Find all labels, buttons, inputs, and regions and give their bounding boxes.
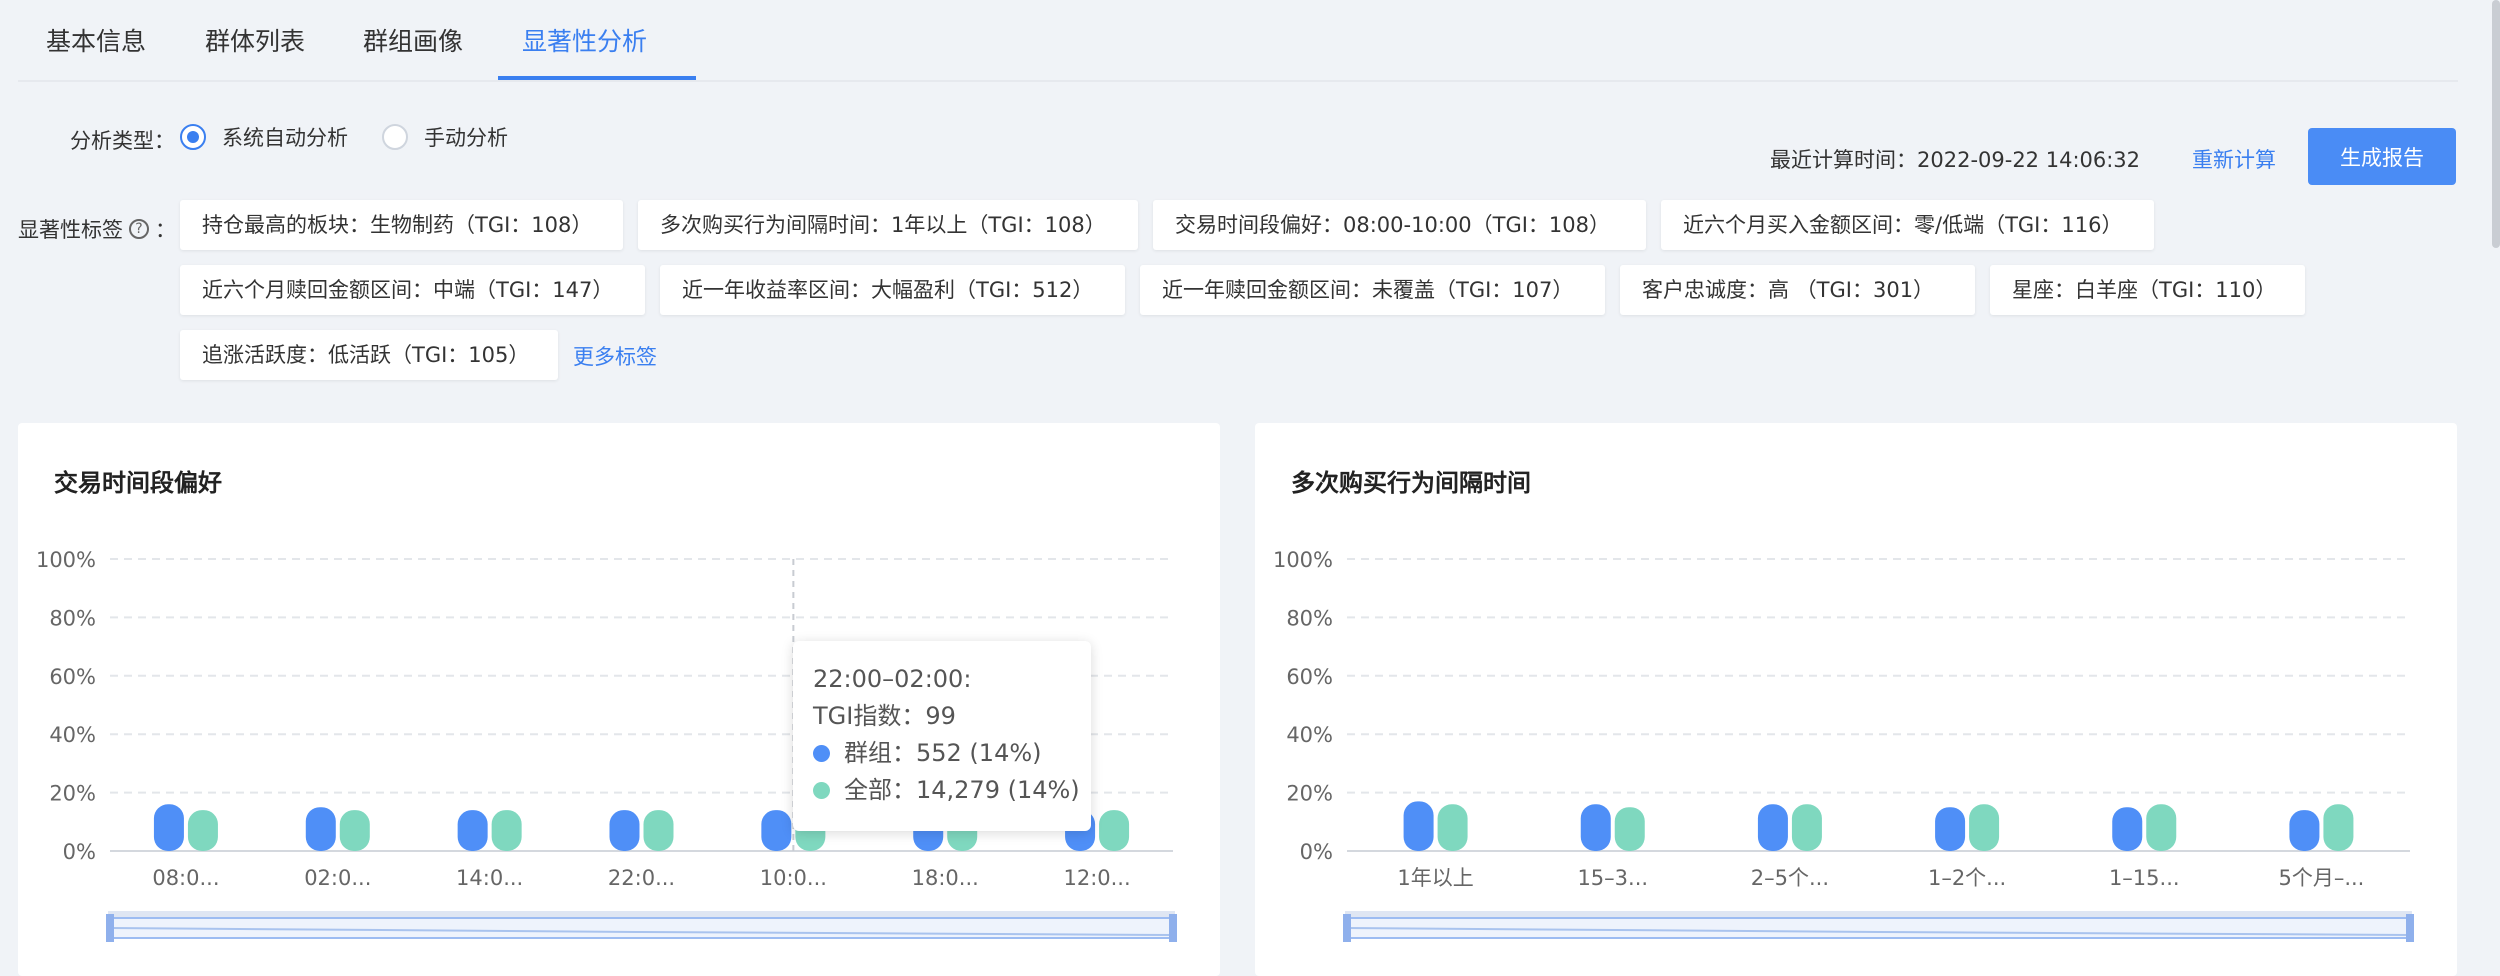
bar: [2146, 804, 2177, 851]
bar: [153, 804, 184, 851]
tooltip-all-row: 全部：14,279 (14%): [813, 772, 1080, 809]
tooltip-tgi: TGI指数：99: [813, 702, 956, 730]
y-tick-label: 80%: [49, 606, 96, 630]
tag-item: 多次购买行为间隔时间：1年以上（TGI：108）: [638, 200, 1138, 250]
bar: [1791, 804, 1822, 851]
group-dot-icon: [813, 745, 830, 762]
tag-item: 近六个月赎回金额区间：中端（TGI：147）: [180, 265, 645, 315]
x-tick-label: 12:0...: [1063, 866, 1130, 890]
purchase-interval-chart: 0% 20% 40% 60% 80% 100% 1年以上 15–3... 2–5个... 1–2个…: [1273, 548, 2414, 942]
chart-card-trade-time: 交易时间段偏好 0% 20% 40% 60% 80% 100% 08:0... 02:0...…: [18, 423, 1220, 976]
x-tick-label: 2–5个...: [1751, 866, 1829, 890]
tags-label-colon: ：: [155, 218, 176, 242]
active-tab-indicator: [498, 76, 696, 80]
y-tick-label: 0%: [1300, 840, 1333, 864]
y-tick-label: 100%: [36, 548, 96, 572]
radio-checked-icon: [180, 124, 206, 150]
tab-group-list[interactable]: 群体列表: [205, 22, 305, 58]
tags-label-text: 显著性标签: [18, 218, 123, 242]
y-tick-label: 20%: [49, 782, 96, 806]
tag-item: 星座：白羊座（TGI：110）: [1990, 265, 2305, 315]
x-tick-label: 14:0...: [456, 866, 523, 890]
bar: [1403, 801, 1434, 851]
tab-bar: 基本信息 群体列表 群组画像 显著性分析: [18, 0, 2458, 82]
tag-item: 近六个月买入金额区间：零/低端（TGI：116）: [1661, 200, 2154, 250]
bar: [187, 810, 218, 851]
chart-tooltip: 22:00–02:00: TGI指数：99 群组：552 (14%) 全部：14…: [793, 641, 1091, 831]
x-tick-label: 22:0...: [608, 866, 675, 890]
zoom-slider-top-band: [108, 911, 1175, 918]
y-tick-label: 40%: [1286, 723, 1333, 747]
bar: [643, 810, 674, 851]
bar: [1935, 807, 1966, 851]
radio-unchecked-icon: [382, 124, 408, 150]
chart-card-purchase-interval: 多次购买行为间隔时间 0% 20% 40% 60% 80% 100% 1年以上 15–3...…: [1255, 423, 2457, 976]
tab-significance-analysis[interactable]: 显著性分析: [522, 22, 647, 58]
bar: [305, 807, 336, 851]
analysis-type-label: 分析类型：: [70, 129, 175, 153]
generate-report-button[interactable]: 生成报告: [2308, 128, 2456, 185]
y-tick-label: 20%: [1286, 782, 1333, 806]
x-tick-label: 5个月–...: [2278, 866, 2364, 890]
tooltip-group: 群组：552 (14%): [844, 739, 1042, 767]
bar: [609, 810, 640, 851]
tag-item: 追涨活跃度：低活跃（TGI：105）: [180, 330, 558, 380]
y-tick-label: 60%: [1286, 665, 1333, 689]
bar: [761, 810, 792, 851]
bar: [457, 810, 488, 851]
page-scrollbar[interactable]: [2492, 0, 2500, 248]
x-tick-label: 1–2个...: [1928, 866, 2006, 890]
tag-item: 客户忠诚度：高 （TGI：301）: [1620, 265, 1975, 315]
tag-item: 交易时间段偏好：08:00-10:00（TGI：108）: [1153, 200, 1646, 250]
x-tick-label: 02:0...: [304, 866, 371, 890]
tooltip-all: 全部：14,279 (14%): [844, 776, 1080, 804]
zoom-slider-top-band: [1345, 911, 2412, 918]
zoom-slider-handle-left: [106, 914, 114, 942]
tab-group-portrait[interactable]: 群组画像: [363, 22, 463, 58]
radio-manual-label: 手动分析: [424, 126, 508, 150]
bar: [1580, 804, 1611, 851]
zoom-slider-handle-right: [2406, 914, 2414, 942]
y-tick-label: 80%: [1286, 606, 1333, 630]
y-tick-label: 60%: [49, 665, 96, 689]
zoom-slider-handle-left: [1343, 914, 1351, 942]
tag-item: 持仓最高的板块：生物制药（TGI：108）: [180, 200, 623, 250]
radio-auto-analysis[interactable]: 系统自动分析: [180, 122, 348, 152]
x-tick-label: 15–3...: [1577, 866, 1648, 890]
y-tick-label: 0%: [63, 840, 96, 864]
tag-item: 近一年赎回金额区间：未覆盖（TGI：107）: [1140, 265, 1605, 315]
x-tick-label: 1年以上: [1397, 866, 1473, 890]
x-tick-label: 10:0...: [760, 866, 827, 890]
bar: [2289, 810, 2320, 851]
zoom-slider-handle-right: [1169, 914, 1177, 942]
tab-basic-info[interactable]: 基本信息: [46, 22, 146, 58]
last-calc-time: 最近计算时间：2022-09-22 14:06:32: [1770, 148, 2141, 172]
more-tags-link[interactable]: 更多标签: [573, 341, 657, 371]
question-circle-icon[interactable]: ?: [129, 219, 149, 239]
bar: [339, 810, 370, 851]
x-tick-label: 08:0...: [152, 866, 219, 890]
recalculate-link[interactable]: 重新计算: [2192, 144, 2276, 174]
bar: [1614, 807, 1645, 851]
bar: [1757, 804, 1788, 851]
bar: [2112, 807, 2143, 851]
tooltip-title: 22:00–02:00:: [813, 665, 972, 693]
significance-tags-label: 显著性标签 ? ：: [18, 214, 176, 244]
bar: [2323, 804, 2354, 851]
bar: [491, 810, 522, 851]
all-dot-icon: [813, 782, 830, 799]
x-tick-label: 1–15...: [2109, 866, 2180, 890]
tooltip-group-row: 群组：552 (14%): [813, 735, 1071, 772]
bar: [1099, 810, 1130, 851]
tag-item: 近一年收益率区间：大幅盈利（TGI：512）: [660, 265, 1125, 315]
y-tick-label: 100%: [1273, 548, 1333, 572]
radio-auto-label: 系统自动分析: [222, 126, 348, 150]
bar: [1437, 804, 1468, 851]
radio-manual-analysis[interactable]: 手动分析: [382, 122, 508, 152]
x-tick-label: 18:0...: [912, 866, 979, 890]
y-tick-label: 40%: [49, 723, 96, 747]
bar: [1969, 804, 2000, 851]
